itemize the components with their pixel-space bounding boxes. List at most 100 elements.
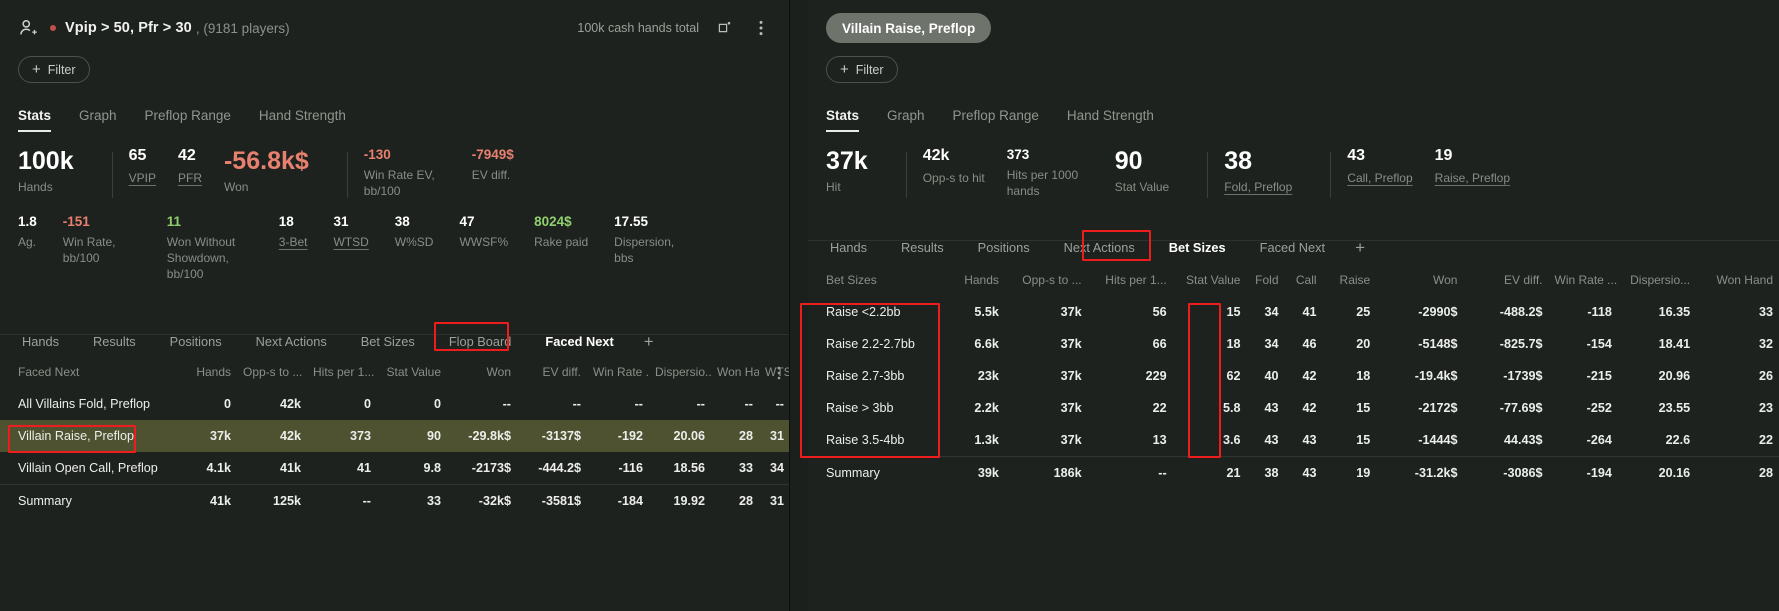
cell-win-rate: -252 <box>1549 392 1618 424</box>
col-wtsd[interactable]: WTSD <box>759 358 790 388</box>
col-won[interactable]: Won <box>1376 266 1463 296</box>
cell-won-hand: 26 <box>1696 360 1779 392</box>
breadcrumb-chip[interactable]: Villain Raise, Preflop <box>826 13 991 43</box>
stat-vpip-label[interactable]: VPIP <box>129 170 156 186</box>
tab-preflop-range[interactable]: Preflop Range <box>953 108 1039 132</box>
col-bet-sizes[interactable]: Bet Sizes <box>808 266 944 296</box>
table-options-icon[interactable] <box>777 366 781 380</box>
cell-fold: 38 <box>1246 457 1284 490</box>
table-row-summary[interactable]: Summary 41k 125k -- 33 -32k$ -3581$ -184… <box>0 485 790 518</box>
subtab-results[interactable]: Results <box>897 237 948 258</box>
cell-win-rate: -118 <box>1549 296 1618 328</box>
kebab-menu-icon[interactable] <box>751 18 771 38</box>
cell-hits: 0 <box>307 388 377 420</box>
col-win-rate[interactable]: Win Rate ... <box>1549 266 1618 296</box>
table-row[interactable]: Villain Raise, Preflop 37k 42k 373 90 -2… <box>0 420 790 452</box>
add-filter-button[interactable]: + Filter <box>18 56 90 83</box>
status-dot <box>50 25 56 31</box>
table-row[interactable]: All Villains Fold, Preflop 0 42k 0 0 -- … <box>0 388 790 420</box>
subtab-next-actions[interactable]: Next Actions <box>1060 237 1139 258</box>
col-fold[interactable]: Fold <box>1246 266 1284 296</box>
table-row[interactable]: Raise <2.2bb 5.5k 37k 56 15 34 41 25 -29… <box>808 296 1779 328</box>
cell-dispersion: 20.96 <box>1618 360 1696 392</box>
col-won-hand[interactable]: Won Hand <box>711 358 759 388</box>
stat-wtsd-label[interactable]: WTSD <box>333 234 368 250</box>
subtab-faced-next[interactable]: Faced Next <box>1256 237 1329 258</box>
stat-won-label: Won <box>224 179 309 195</box>
col-dispersion[interactable]: Dispersio... <box>1618 266 1696 296</box>
add-subtab-icon[interactable]: + <box>1355 239 1365 256</box>
table-row[interactable]: Raise 2.2-2.7bb 6.6k 37k 66 18 34 46 20 … <box>808 328 1779 360</box>
add-filter-label: Filter <box>856 63 884 77</box>
stat-stat-value-label: Stat Value <box>1115 179 1169 195</box>
stat-rake-paid-label: Rake paid <box>534 234 588 250</box>
tab-graph[interactable]: Graph <box>79 108 117 132</box>
subtab-flop-board[interactable]: Flop Board <box>445 331 516 352</box>
col-opps-to[interactable]: Opp-s to ... <box>237 358 307 388</box>
table-row[interactable]: Raise 3.5-4bb 1.3k 37k 13 3.6 43 43 15 -… <box>808 424 1779 457</box>
table-row[interactable]: Villain Open Call, Preflop 4.1k 41k 41 9… <box>0 452 790 485</box>
table-row-summary[interactable]: Summary 39k 186k -- 21 38 43 19 -31.2k$ … <box>808 457 1779 490</box>
col-hands[interactable]: Hands <box>944 266 1004 296</box>
left-filter-row: + Filter <box>0 56 789 92</box>
tab-hand-strength[interactable]: Hand Strength <box>1067 108 1154 132</box>
col-opps-to[interactable]: Opp-s to ... <box>1005 266 1088 296</box>
col-stat-value[interactable]: Stat Value <box>1173 266 1247 296</box>
col-ev-diff[interactable]: EV diff. <box>1463 266 1548 296</box>
subtab-bet-sizes[interactable]: Bet Sizes <box>357 331 419 352</box>
tab-preflop-range[interactable]: Preflop Range <box>145 108 231 132</box>
subtab-hands[interactable]: Hands <box>826 237 871 258</box>
cell-stat-value: 3.6 <box>1173 424 1247 457</box>
subtab-bet-sizes[interactable]: Bet Sizes <box>1165 237 1230 258</box>
col-hits-per[interactable]: Hits per 1... <box>1088 266 1173 296</box>
cell-raise: 15 <box>1323 424 1377 457</box>
col-ev-diff[interactable]: EV diff. <box>517 358 587 388</box>
cell-won: -31.2k$ <box>1376 457 1463 490</box>
col-stat-value[interactable]: Stat Value <box>377 358 447 388</box>
stat-pfr-label[interactable]: PFR <box>178 170 202 186</box>
col-won[interactable]: Won <box>447 358 517 388</box>
left-stats-secondary: 1.8 Ag. -151 Win Rate, bb/100 11 Won Wit… <box>0 200 789 283</box>
popout-icon[interactable] <box>715 18 735 38</box>
stat-ev-diff-label: EV diff. <box>472 167 514 183</box>
stat-dispersion: 17.55 Dispersion, bbs <box>614 214 692 266</box>
subtab-hands[interactable]: Hands <box>18 331 63 352</box>
table-row[interactable]: Raise > 3bb 2.2k 37k 22 5.8 43 42 15 -21… <box>808 392 1779 424</box>
cell-ev-diff: -488.2$ <box>1463 296 1548 328</box>
table-row[interactable]: Raise 2.7-3bb 23k 37k 229 62 40 42 18 -1… <box>808 360 1779 392</box>
subtab-next-actions[interactable]: Next Actions <box>252 331 331 352</box>
subtab-faced-next[interactable]: Faced Next <box>541 331 617 352</box>
col-hands[interactable]: Hands <box>185 358 237 388</box>
cell-opps: 37k <box>1005 328 1088 360</box>
tab-stats[interactable]: Stats <box>18 108 51 132</box>
stat-won: -56.8k$ Won <box>224 148 309 195</box>
subtab-positions[interactable]: Positions <box>974 237 1034 258</box>
cell-stat-value: 5.8 <box>1173 392 1247 424</box>
cell-stat-value: 0 <box>377 388 447 420</box>
stat-call-preflop-label[interactable]: Call, Preflop <box>1347 170 1412 186</box>
stat-3bet-label[interactable]: 3-Bet <box>279 234 308 250</box>
add-filter-button-right[interactable]: + Filter <box>826 56 898 83</box>
stat-call-preflop-value: 43 <box>1347 148 1412 165</box>
col-faced-next[interactable]: Faced Next <box>0 358 185 388</box>
stat-wwsd-value: 11 <box>167 214 245 229</box>
col-win-rate[interactable]: Win Rate ... <box>587 358 649 388</box>
tab-stats[interactable]: Stats <box>826 108 859 132</box>
col-call[interactable]: Call <box>1285 266 1323 296</box>
subtab-results[interactable]: Results <box>89 331 140 352</box>
add-subtab-icon[interactable]: + <box>644 333 654 350</box>
col-dispersion[interactable]: Dispersio... <box>649 358 711 388</box>
col-hits-per[interactable]: Hits per 1... <box>307 358 377 388</box>
col-raise[interactable]: Raise <box>1323 266 1377 296</box>
stat-raise-preflop: 19 Raise, Preflop <box>1435 148 1510 186</box>
cell-won: -5148$ <box>1376 328 1463 360</box>
col-won-hand[interactable]: Won Hand <box>1696 266 1779 296</box>
stat-raise-preflop-label[interactable]: Raise, Preflop <box>1435 170 1510 186</box>
cell-won: -2990$ <box>1376 296 1463 328</box>
tab-graph[interactable]: Graph <box>887 108 925 132</box>
stat-fold-preflop-label[interactable]: Fold, Preflop <box>1224 179 1292 195</box>
cell-opps: 41k <box>237 452 307 485</box>
subtab-positions[interactable]: Positions <box>166 331 226 352</box>
cell-won-hand: 33 <box>711 452 759 485</box>
tab-hand-strength[interactable]: Hand Strength <box>259 108 346 132</box>
